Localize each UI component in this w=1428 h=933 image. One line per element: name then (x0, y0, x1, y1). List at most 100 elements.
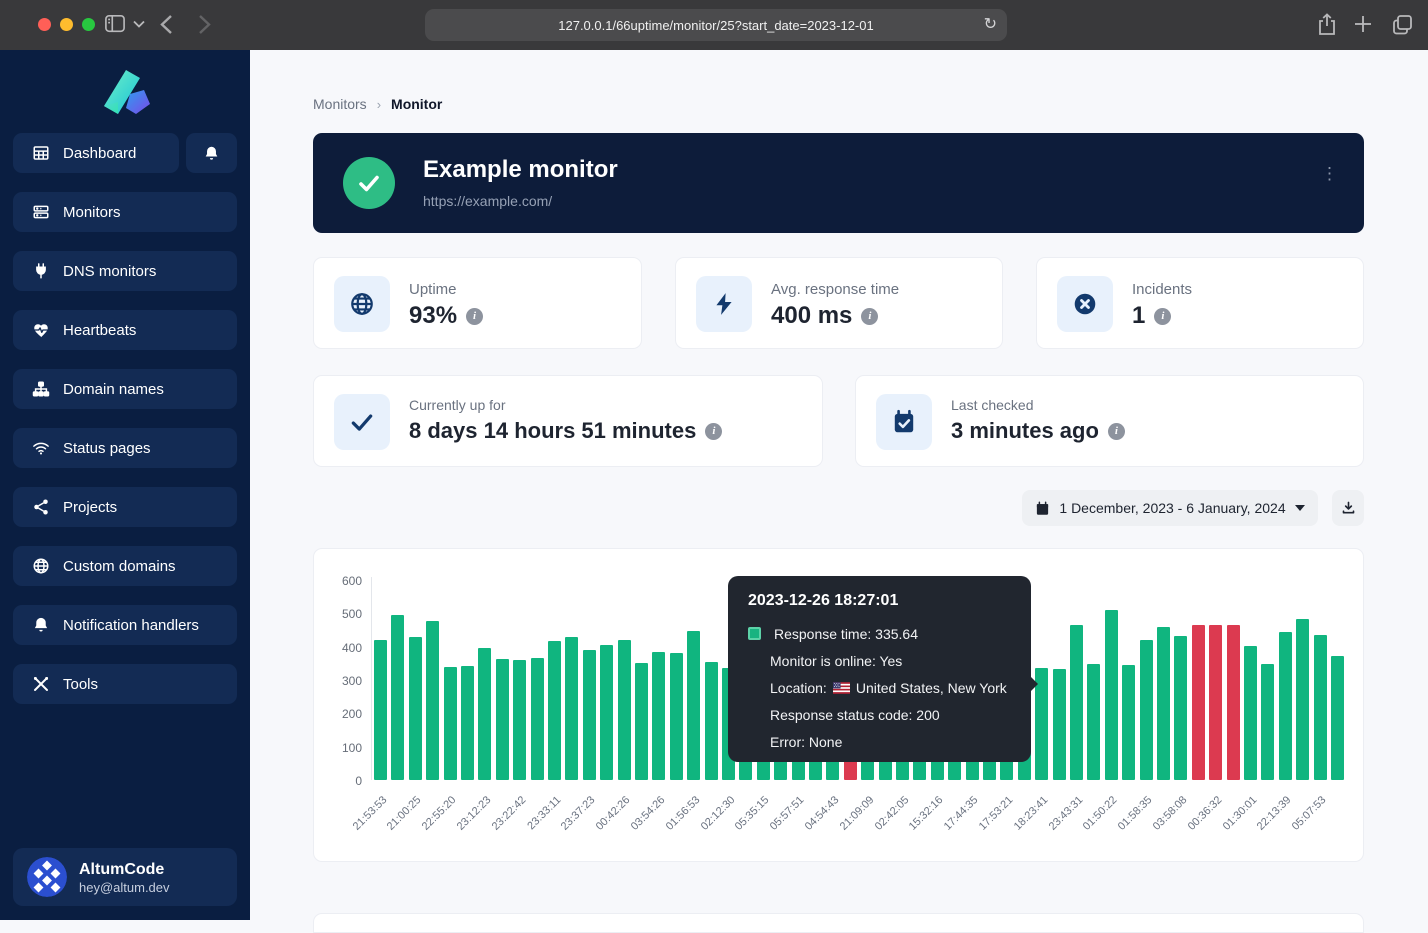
date-range-label: 1 December, 2023 - 6 January, 2024 (1059, 500, 1285, 516)
y-axis-tick: 400 (322, 641, 362, 655)
chart-bar[interactable] (1296, 619, 1309, 780)
chart-bar[interactable] (1070, 625, 1083, 780)
chart-bar[interactable] (1140, 640, 1153, 780)
info-icon[interactable]: i (1108, 423, 1125, 440)
chart-bar[interactable] (1053, 669, 1066, 780)
notifications-bell-button[interactable] (186, 133, 237, 173)
tooltip-title: 2023-12-26 18:27:01 (748, 592, 1031, 610)
heartpulse-icon (32, 321, 50, 339)
sidebar-item-status-pages[interactable]: Status pages (13, 428, 237, 468)
chart-bar[interactable] (531, 658, 544, 780)
info-icon[interactable]: i (861, 308, 878, 325)
chart-bar[interactable] (496, 659, 509, 780)
sidebar-item-dns-monitors[interactable]: DNS monitors (13, 251, 237, 291)
chart-bar[interactable] (670, 653, 683, 780)
chevron-down-icon[interactable] (133, 20, 145, 28)
forward-button[interactable] (198, 14, 211, 35)
info-icon[interactable]: i (466, 308, 483, 325)
chart-bar[interactable] (687, 631, 700, 780)
chart-bar[interactable] (565, 637, 578, 780)
series-legend-icon (748, 627, 761, 640)
chart-bar[interactable] (478, 648, 491, 780)
new-tab-icon[interactable] (1354, 15, 1372, 33)
chart-bar[interactable] (1227, 625, 1240, 780)
chart-bar[interactable] (461, 666, 474, 780)
user-card[interactable]: AltumCode hey@altum.dev (13, 848, 237, 906)
chart-bar[interactable] (409, 637, 422, 780)
info-icon[interactable]: i (1154, 308, 1171, 325)
sidebar-item-monitors[interactable]: Monitors (13, 192, 237, 232)
y-axis-tick: 500 (322, 607, 362, 621)
status-card-last-checked: Last checked3 minutes agoi (855, 375, 1364, 467)
info-icon[interactable]: i (705, 423, 722, 440)
chart-bar[interactable] (635, 663, 648, 780)
sidebar-nav: Dashboard Monitors DNS monitors Heartbeats D… (0, 133, 250, 723)
download-button[interactable] (1332, 490, 1364, 526)
y-axis-line (371, 577, 372, 780)
sharenodes-icon (32, 498, 50, 516)
sidebar-item-tools[interactable]: Tools (13, 664, 237, 704)
chart-bar[interactable] (1261, 664, 1274, 780)
sidebar-item-domain-names[interactable]: Domain names (13, 369, 237, 409)
chart-bar[interactable] (444, 667, 457, 780)
stat-card-uptime: Uptime93%i (313, 257, 642, 349)
zoom-window-button[interactable] (82, 18, 95, 31)
tooltip-online: Monitor is online: Yes (748, 647, 1031, 674)
table-icon (32, 144, 50, 162)
share-icon[interactable] (1318, 13, 1336, 36)
tab-overview-icon[interactable] (1392, 14, 1413, 35)
chart-bar[interactable] (618, 640, 631, 780)
chart-bar[interactable] (1279, 632, 1292, 780)
date-range-picker[interactable]: 1 December, 2023 - 6 January, 2024 (1022, 490, 1318, 526)
chart-bar[interactable] (583, 650, 596, 780)
tooltip-location-prefix: Location: (770, 680, 827, 696)
minimize-window-button[interactable] (60, 18, 73, 31)
tooltip-status-code: Response status code: 200 (748, 701, 1031, 728)
chart-bar[interactable] (1122, 665, 1135, 780)
chart-bar[interactable] (1087, 664, 1100, 780)
wifi-icon (32, 439, 50, 457)
url-bar[interactable]: 127.0.0.1/66uptime/monitor/25?start_date… (425, 9, 1007, 41)
chart-bar[interactable] (652, 652, 665, 780)
chart-bar[interactable] (1314, 635, 1327, 780)
chart-bar[interactable] (374, 640, 387, 780)
breadcrumb-monitors-link[interactable]: Monitors (313, 96, 367, 112)
avatar (27, 857, 67, 897)
y-axis-tick: 600 (322, 574, 362, 588)
chart-bar[interactable] (1331, 656, 1344, 780)
status-card-value: 8 days 14 hours 51 minutesi (409, 418, 722, 444)
globe-icon (334, 276, 390, 332)
stat-card-avg-response-time: Avg. response time400 msi (675, 257, 1003, 349)
sidebar-item-custom-domains[interactable]: Custom domains (13, 546, 237, 586)
sidebar-item-label: Tools (63, 676, 98, 693)
sidebar-item-notification-handlers[interactable]: Notification handlers (13, 605, 237, 645)
app-logo[interactable] (0, 68, 250, 120)
sidebar-item-label: Dashboard (63, 145, 136, 162)
back-button[interactable] (160, 14, 173, 35)
tools-icon (32, 675, 50, 693)
chart-bar[interactable] (1244, 646, 1257, 780)
chart-bar[interactable] (1209, 625, 1222, 780)
kebab-menu-icon[interactable]: ⋮ (1321, 169, 1338, 178)
sidebar-item-dashboard[interactable]: Dashboard (13, 133, 179, 173)
chart-bar[interactable] (1105, 610, 1118, 780)
circlex-icon (1057, 276, 1113, 332)
sidebar-item-projects[interactable]: Projects (13, 487, 237, 527)
chart-bar[interactable] (1157, 627, 1170, 780)
chart-bar[interactable] (426, 621, 439, 780)
server-icon (32, 203, 50, 221)
sidebar-toggle-icon[interactable] (104, 14, 126, 34)
status-card-currently-up-for: Currently up for8 days 14 hours 51 minut… (313, 375, 823, 467)
chart-bar[interactable] (600, 645, 613, 780)
sidebar-item-heartbeats[interactable]: Heartbeats (13, 310, 237, 350)
chart-bar[interactable] (1174, 636, 1187, 780)
close-window-button[interactable] (38, 18, 51, 31)
chart-bar[interactable] (548, 641, 561, 780)
chart-bar[interactable] (705, 662, 718, 780)
reload-icon[interactable]: ↻ (984, 14, 997, 34)
chart-bar[interactable] (513, 660, 526, 780)
chart-bar[interactable] (391, 615, 404, 780)
chart-bar[interactable] (1192, 625, 1205, 780)
globe-icon (32, 557, 50, 575)
download-icon (1341, 500, 1356, 516)
